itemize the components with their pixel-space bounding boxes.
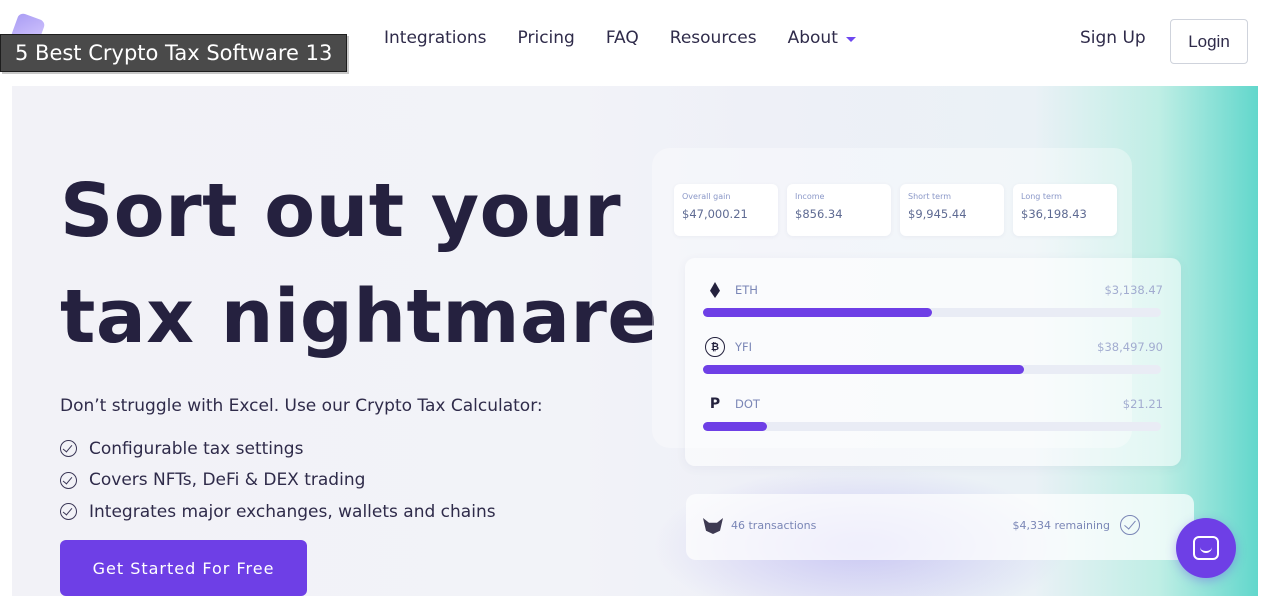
ethereum-icon (703, 278, 727, 302)
progress-fill (703, 308, 932, 317)
coin-value: $21.21 (1122, 397, 1163, 411)
stat-label: Long term (1021, 192, 1062, 201)
feature-item: Configurable tax settings (60, 433, 496, 465)
nav-about-dropdown[interactable]: About (788, 28, 856, 48)
stat-card-short-term: Short term $9,945.44 (900, 184, 1004, 236)
nav-links: Integrations Pricing FAQ Resources About (384, 28, 856, 48)
nav-link-pricing[interactable]: Pricing (518, 28, 575, 48)
top-navigation: 5 Best Crypto Tax Software 13 Integratio… (0, 0, 1274, 86)
feature-text: Configurable tax settings (89, 438, 304, 459)
feature-item: Covers NFTs, DeFi & DEX trading (60, 465, 496, 497)
sign-up-link[interactable]: Sign Up (1080, 28, 1146, 48)
progress-fill (703, 365, 1024, 374)
stat-card-overall-gain: Overall gain $47,000.21 (674, 184, 778, 236)
stat-value: $9,945.44 (908, 207, 967, 221)
nav-link-faq[interactable]: FAQ (606, 28, 639, 48)
transactions-card: 46 transactions $4,334 remaining (686, 494, 1194, 560)
coin-value: $3,138.47 (1104, 283, 1163, 297)
stat-card-income: Income $856.34 (787, 184, 891, 236)
hero-headline: Sort out your tax nightmare (60, 158, 658, 370)
nav-link-integrations[interactable]: Integrations (384, 28, 487, 48)
hero-subhead: Don’t struggle with Excel. Use our Crypt… (60, 396, 543, 416)
headline-line-1: Sort out your (60, 168, 622, 254)
chat-icon (1193, 536, 1219, 560)
progress-track (703, 422, 1161, 431)
progress-fill (703, 422, 767, 431)
coin-name: YFI (735, 340, 753, 354)
stat-label: Income (795, 192, 825, 201)
stat-value: $856.34 (795, 207, 843, 221)
video-title-overlay: 5 Best Crypto Tax Software 13 (0, 34, 348, 72)
hero-section: Sort out your tax nightmare Don’t strugg… (12, 86, 1258, 596)
coin-name: DOT (735, 397, 760, 411)
page-bottom-edge (0, 596, 1274, 616)
stat-card-long-term: Long term $36,198.43 (1013, 184, 1117, 236)
feature-text: Integrates major exchanges, wallets and … (89, 501, 496, 522)
check-circle-icon (60, 471, 77, 489)
holdings-card: ETH $3,138.47 ₿ YFI $38,497.90 P DOT $21… (685, 258, 1181, 466)
polkadot-icon: P (709, 396, 721, 412)
chat-support-button[interactable] (1176, 518, 1236, 578)
remaining-amount: $4,334 remaining (1012, 519, 1110, 532)
feature-list: Configurable tax settings Covers NFTs, D… (60, 433, 496, 528)
transaction-count: 46 transactions (731, 519, 817, 532)
coin-name: ETH (735, 283, 758, 297)
nav-link-about[interactable]: About (788, 28, 838, 48)
headline-line-2: tax nightmare (60, 274, 659, 360)
stat-cards: Overall gain $47,000.21 Income $856.34 S… (674, 184, 1117, 236)
feature-item: Integrates major exchanges, wallets and … (60, 496, 496, 528)
stat-value: $47,000.21 (682, 207, 748, 221)
get-started-button[interactable]: Get Started For Free (60, 540, 307, 596)
login-button[interactable]: Login (1170, 19, 1248, 64)
coin-value: $38,497.90 (1097, 340, 1163, 354)
chevron-down-icon (845, 37, 856, 42)
check-circle-icon (1120, 515, 1140, 535)
stat-value: $36,198.43 (1021, 207, 1087, 221)
feature-text: Covers NFTs, DeFi & DEX trading (89, 470, 366, 491)
check-circle-icon (60, 440, 77, 458)
nav-link-resources[interactable]: Resources (670, 28, 757, 48)
metamask-fox-icon (703, 518, 723, 534)
check-circle-icon (60, 503, 77, 521)
stat-label: Short term (908, 192, 952, 201)
yfi-icon: ₿ (703, 335, 727, 359)
stat-label: Overall gain (682, 192, 731, 201)
